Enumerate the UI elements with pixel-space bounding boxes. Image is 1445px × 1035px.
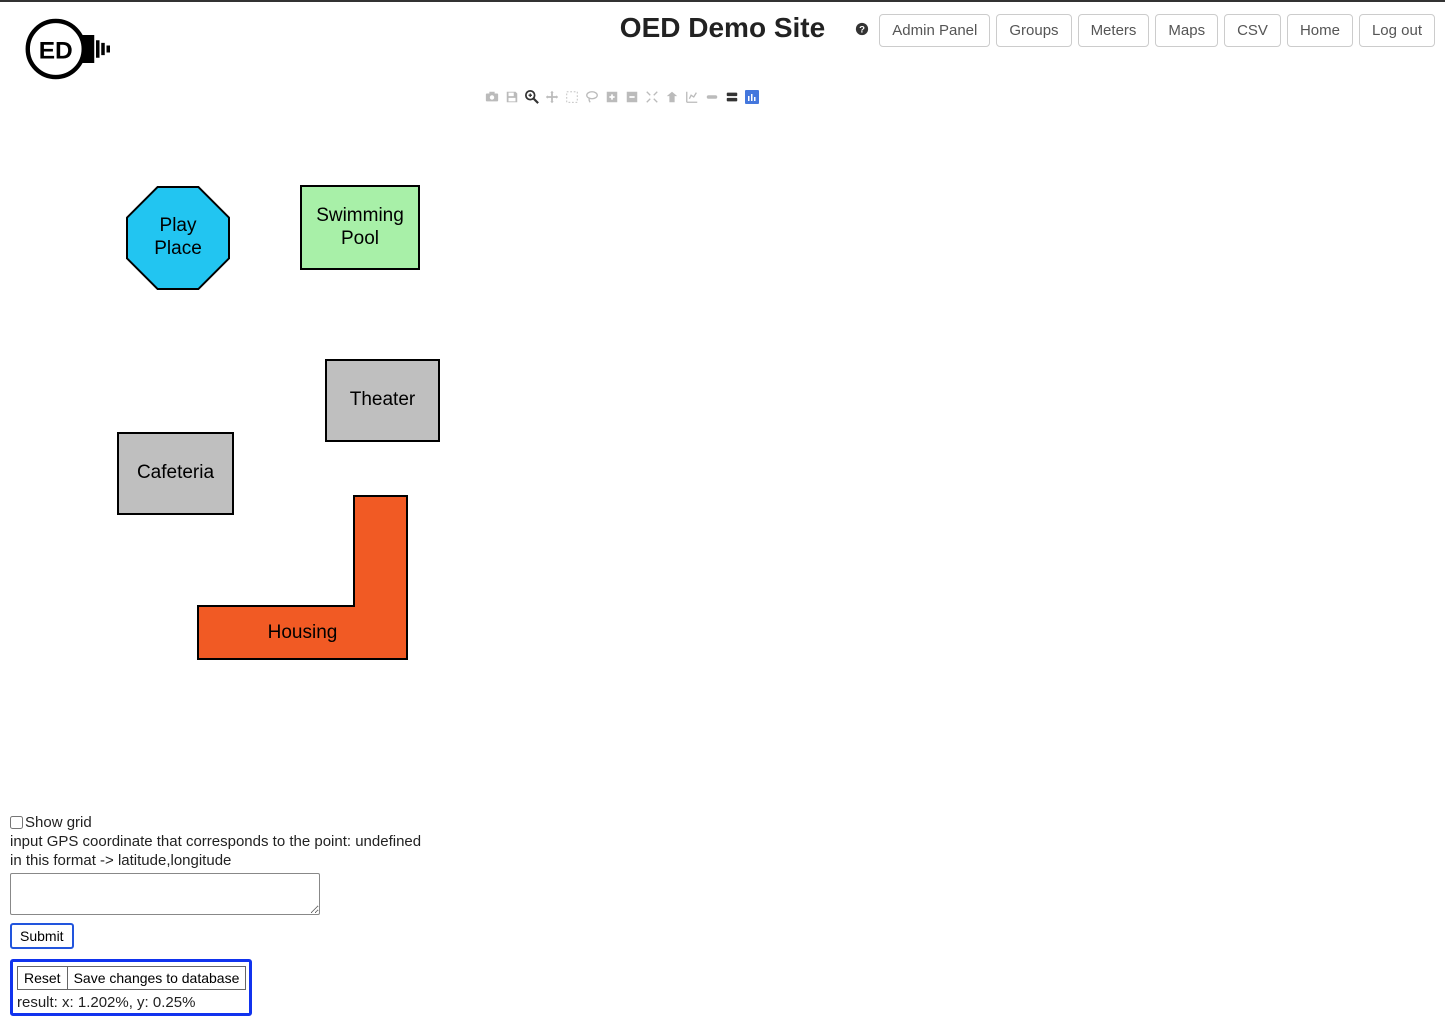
help-icon[interactable]: ? (855, 22, 869, 39)
cafeteria-label: Cafeteria (137, 462, 214, 485)
nav-admin-panel[interactable]: Admin Panel (879, 14, 990, 47)
map-canvas[interactable]: Play Place Swimming Pool Theater Cafeter… (10, 84, 760, 764)
housing-label: Housing (268, 622, 338, 644)
bottom-controls: Show grid input GPS coordinate that corr… (10, 814, 1445, 1016)
nav-groups[interactable]: Groups (996, 14, 1071, 47)
topbar: ED OED Demo Site ? Admin Panel Groups Me… (0, 2, 1445, 84)
svg-text:?: ? (859, 25, 865, 36)
show-grid-label: Show grid (25, 814, 92, 831)
oed-logo: ED (20, 14, 130, 84)
housing-joint (355, 604, 406, 608)
housing-shape-vertical[interactable] (353, 495, 408, 619)
nav-maps[interactable]: Maps (1155, 14, 1218, 47)
theater-label: Theater (350, 389, 415, 412)
submit-button[interactable]: Submit (10, 923, 74, 949)
theater-shape[interactable]: Theater (325, 359, 440, 442)
play-place-shape[interactable]: Play Place (128, 188, 228, 288)
svg-text:ED: ED (39, 38, 73, 65)
nav-bar: ? Admin Panel Groups Meters Maps CSV Hom… (855, 10, 1435, 47)
nav-meters[interactable]: Meters (1078, 14, 1150, 47)
reset-button[interactable]: Reset (17, 966, 68, 990)
housing-shape-horizontal[interactable]: Housing (197, 605, 408, 660)
nav-csv[interactable]: CSV (1224, 14, 1281, 47)
gps-prompt-line1: input GPS coordinate that corresponds to… (10, 833, 1445, 850)
show-grid-checkbox[interactable] (10, 816, 23, 829)
gps-prompt-line2: in this format -> latitude,longitude (10, 852, 1445, 869)
swimming-pool-shape[interactable]: Swimming Pool (300, 185, 420, 270)
result-text: result: x: 1.202%, y: 0.25% (17, 994, 245, 1011)
play-place-label: Play Place (154, 215, 202, 261)
swimming-pool-label: Swimming Pool (316, 205, 404, 251)
page-title: OED Demo Site (620, 12, 825, 44)
nav-logout[interactable]: Log out (1359, 14, 1435, 47)
action-highlight-box: ResetSave changes to database result: x:… (10, 959, 252, 1016)
nav-home[interactable]: Home (1287, 14, 1353, 47)
cafeteria-shape[interactable]: Cafeteria (117, 432, 234, 515)
save-button[interactable]: Save changes to database (67, 966, 247, 990)
gps-input[interactable] (10, 873, 320, 915)
